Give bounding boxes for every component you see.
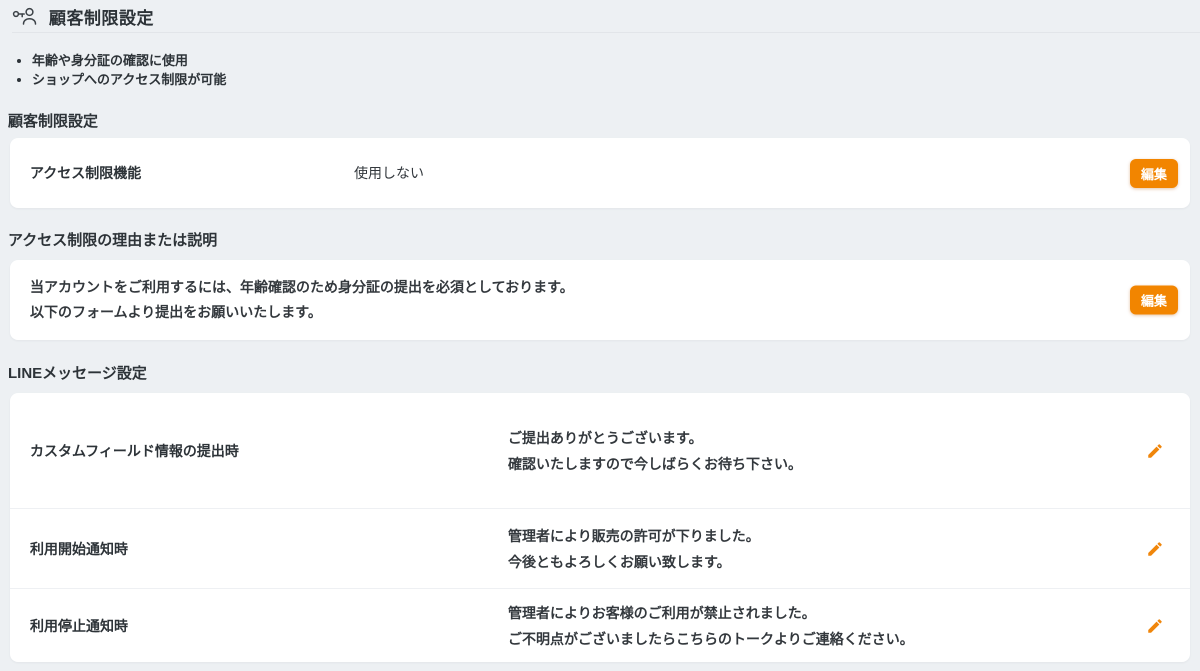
reason-text-line: 以下のフォームより提出をお願いいたします。: [30, 300, 1110, 325]
edit-custom-field-message-button[interactable]: [1144, 440, 1166, 462]
line-message-line: 管理者により販売の許可が下りました。: [508, 523, 1144, 549]
line-message-row-custom-field: カスタムフィールド情報の提出時 ご提出ありがとうございます。 確認いたしますので…: [10, 393, 1190, 508]
pencil-icon: [1146, 540, 1164, 558]
edit-reason-button[interactable]: 編集: [1130, 286, 1178, 315]
section-heading-reason: アクセス制限の理由または説明: [8, 229, 217, 250]
line-message-row-label: カスタムフィールド情報の提出時: [30, 441, 508, 461]
restriction-card: アクセス制限機能 使用しない 編集: [10, 138, 1190, 208]
customer-restriction-settings-page: 顧客制限設定 年齢や身分証の確認に使用 ショップへのアクセス制限が可能 顧客制限…: [0, 0, 1200, 671]
line-message-text: ご提出ありがとうございます。 確認いたしますので今しばらくお待ち下さい。: [508, 425, 1144, 477]
line-message-row-usage-stop: 利用停止通知時 管理者によりお客様のご利用が禁止されました。 ご不明点がございま…: [10, 588, 1190, 662]
feature-notes: 年齢や身分証の確認に使用 ショップへのアクセス制限が可能: [16, 51, 226, 89]
page-title: 顧客制限設定: [49, 4, 154, 29]
line-message-line: 管理者によりお客様のご利用が禁止されました。: [508, 600, 1144, 626]
pencil-icon: [1146, 442, 1164, 460]
page-header: 顧客制限設定: [12, 0, 1200, 33]
edit-usage-stop-message-button[interactable]: [1144, 615, 1166, 637]
line-message-line: 確認いたしますので今しばらくお待ち下さい。: [508, 451, 1144, 477]
feature-note: 年齢や身分証の確認に使用: [32, 51, 226, 70]
pencil-icon: [1146, 617, 1164, 635]
line-message-text: 管理者によりお客様のご利用が禁止されました。 ご不明点がございましたらこちらのト…: [508, 600, 1144, 652]
line-message-line: 今後ともよろしくお願い致します。: [508, 549, 1144, 575]
line-message-row-label: 利用開始通知時: [30, 539, 508, 559]
section-heading-line-messages: LINEメッセージ設定: [8, 362, 147, 383]
person-key-icon: [12, 6, 38, 26]
line-message-row-usage-start: 利用開始通知時 管理者により販売の許可が下りました。 今後ともよろしくお願い致し…: [10, 508, 1190, 588]
line-messages-card: カスタムフィールド情報の提出時 ご提出ありがとうございます。 確認いたしますので…: [10, 393, 1190, 662]
access-restriction-feature-label: アクセス制限機能: [30, 163, 354, 183]
edit-usage-start-message-button[interactable]: [1144, 538, 1166, 560]
edit-restriction-button[interactable]: 編集: [1130, 159, 1178, 188]
section-heading-restriction: 顧客制限設定: [8, 110, 98, 131]
reason-text-line: 当アカウントをご利用するには、年齢確認のため身分証の提出を必須としております。: [30, 275, 1110, 300]
feature-note: ショップへのアクセス制限が可能: [32, 70, 226, 89]
line-message-text: 管理者により販売の許可が下りました。 今後ともよろしくお願い致します。: [508, 523, 1144, 575]
line-message-row-label: 利用停止通知時: [30, 616, 508, 636]
line-message-line: ご不明点がございましたらこちらのトークよりご連絡ください。: [508, 626, 1144, 652]
access-restriction-feature-value: 使用しない: [354, 163, 424, 183]
reason-card: 当アカウントをご利用するには、年齢確認のため身分証の提出を必須としております。 …: [10, 260, 1190, 340]
line-message-line: ご提出ありがとうございます。: [508, 425, 1144, 451]
